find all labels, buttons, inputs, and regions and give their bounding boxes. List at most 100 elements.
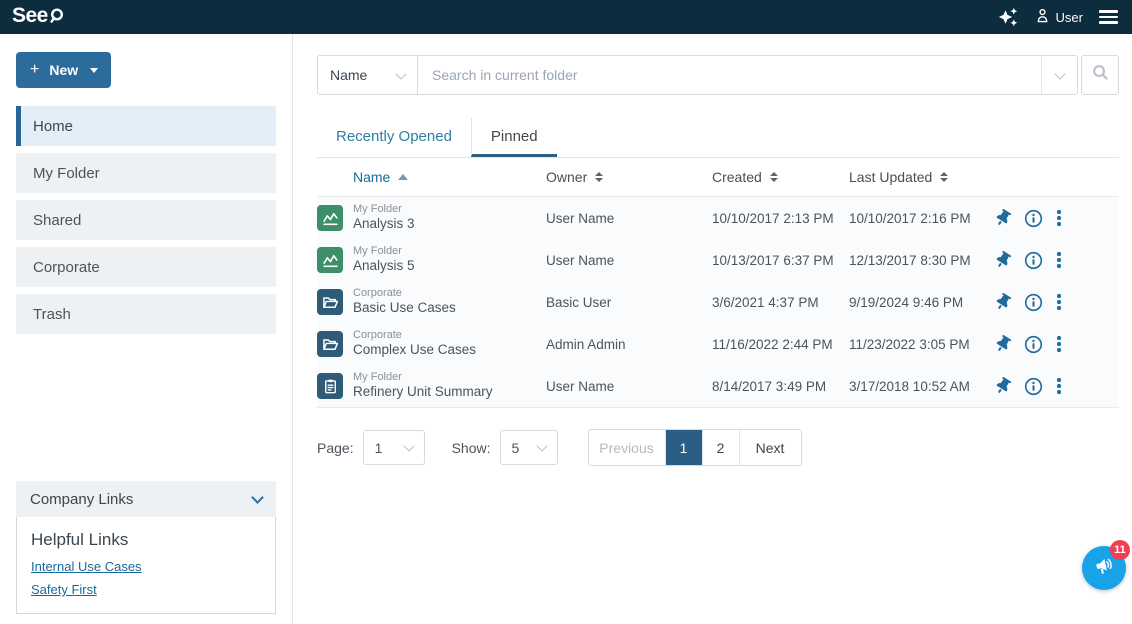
search-icon <box>1092 64 1109 86</box>
column-label: Created <box>712 169 762 185</box>
previous-label: Previous <box>599 440 653 456</box>
show-select[interactable]: 5 <box>500 430 558 465</box>
megaphone-icon <box>1093 555 1115 582</box>
more-options-icon[interactable] <box>1057 336 1061 352</box>
item-name[interactable]: Complex Use Cases <box>353 342 546 359</box>
pin-icon[interactable] <box>996 210 1010 226</box>
next-label: Next <box>756 440 785 456</box>
pin-icon[interactable] <box>996 378 1010 394</box>
item-owner: Basic User <box>546 295 712 310</box>
search-input[interactable] <box>418 56 1041 94</box>
chevron-down-icon <box>403 440 414 451</box>
company-links-content: Helpful Links Internal Use Cases Safety … <box>16 517 276 614</box>
sidebar-item-label: Shared <box>33 212 81 229</box>
sort-icon <box>940 172 948 182</box>
sidebar-item-label: Trash <box>33 306 71 323</box>
item-name[interactable]: Basic Use Cases <box>353 300 546 317</box>
item-updated: 12/13/2017 8:30 PM <box>849 253 986 268</box>
column-header-last-updated[interactable]: Last Updated <box>849 169 986 185</box>
item-name[interactable]: Refinery Unit Summary <box>353 384 546 401</box>
item-folder-path: Corporate <box>353 287 546 301</box>
tab-recently-opened[interactable]: Recently Opened <box>317 118 471 157</box>
more-options-icon[interactable] <box>1057 210 1061 226</box>
item-updated: 10/10/2017 2:16 PM <box>849 211 986 226</box>
link-internal-use-cases[interactable]: Internal Use Cases <box>31 559 261 574</box>
next-page-button[interactable]: Next <box>740 430 801 465</box>
item-type-icon <box>317 205 343 231</box>
link-safety-first[interactable]: Safety First <box>31 582 261 597</box>
tab-label: Recently Opened <box>336 128 452 145</box>
sidebar-item-home[interactable]: Home <box>16 106 276 146</box>
search-field-dropdown[interactable]: Name <box>318 56 418 94</box>
more-options-icon[interactable] <box>1057 294 1061 310</box>
item-type-icon <box>317 247 343 273</box>
table-row[interactable]: Corporate Complex Use Cases Admin Admin … <box>317 323 1119 365</box>
item-name[interactable]: Analysis 3 <box>353 216 546 233</box>
page-1-button[interactable]: 1 <box>666 430 703 465</box>
notifications-button[interactable]: 11 <box>1082 546 1126 590</box>
item-type-icon <box>317 289 343 315</box>
sidebar-item-shared[interactable]: Shared <box>16 200 276 240</box>
page-2-button[interactable]: 2 <box>703 430 740 465</box>
sidebar-nav: Home My Folder Shared Corporate Trash <box>16 106 276 334</box>
sidebar-item-label: Corporate <box>33 259 100 276</box>
search-options-dropdown-button[interactable] <box>1041 56 1077 94</box>
pin-icon[interactable] <box>996 294 1010 310</box>
item-updated: 9/19/2024 9:46 PM <box>849 295 986 310</box>
tab-pinned[interactable]: Pinned <box>471 118 557 157</box>
search-field-value: Name <box>330 67 367 83</box>
item-owner: User Name <box>546 211 712 226</box>
chevron-down-icon <box>536 440 547 451</box>
item-folder-path: Corporate <box>353 329 546 343</box>
company-links-header[interactable]: Company Links <box>16 481 276 517</box>
column-label: Name <box>353 169 390 185</box>
chevron-down-icon <box>395 68 406 79</box>
top-navbar: See User <box>0 0 1132 34</box>
company-links-panel: Company Links Helpful Links Internal Use… <box>16 481 276 614</box>
info-icon[interactable] <box>1024 335 1043 354</box>
info-icon[interactable] <box>1024 251 1043 270</box>
pagination: Page: 1 Show: 5 Previous 1 2 Next <box>317 429 1119 466</box>
column-header-created[interactable]: Created <box>712 169 849 185</box>
page-select[interactable]: 1 <box>363 430 425 465</box>
info-icon[interactable] <box>1024 293 1043 312</box>
item-updated: 11/23/2022 3:05 PM <box>849 337 986 352</box>
page-label: Page: <box>317 440 354 456</box>
sidebar-item-my-folder[interactable]: My Folder <box>16 153 276 193</box>
ai-sparkles-icon[interactable] <box>998 7 1018 27</box>
info-icon[interactable] <box>1024 209 1043 228</box>
hamburger-menu-icon[interactable] <box>1099 10 1118 24</box>
item-type-icon <box>317 331 343 357</box>
sidebar-item-corporate[interactable]: Corporate <box>16 247 276 287</box>
pin-icon[interactable] <box>996 252 1010 268</box>
table-row[interactable]: My Folder Analysis 5 User Name 10/13/201… <box>317 239 1119 281</box>
table-row[interactable]: Corporate Basic Use Cases Basic User 3/6… <box>317 281 1119 323</box>
sidebar-item-trash[interactable]: Trash <box>16 294 276 334</box>
seeq-logo[interactable]: See <box>12 5 64 29</box>
info-icon[interactable] <box>1024 377 1043 396</box>
new-button[interactable]: + New <box>16 52 111 88</box>
item-folder-path: My Folder <box>353 371 546 385</box>
more-options-icon[interactable] <box>1057 378 1061 394</box>
tab-label: Pinned <box>491 128 538 145</box>
main-content: Name Recently Opened Pinned Name <box>293 34 1132 624</box>
previous-page-button[interactable]: Previous <box>589 430 666 465</box>
item-owner: User Name <box>546 253 712 268</box>
item-name[interactable]: Analysis 5 <box>353 258 546 275</box>
more-options-icon[interactable] <box>1057 252 1061 268</box>
column-header-name[interactable]: Name <box>353 169 546 185</box>
table-row[interactable]: My Folder Refinery Unit Summary User Nam… <box>317 365 1119 407</box>
notification-count-badge: 11 <box>1110 540 1130 560</box>
column-label: Owner <box>546 169 587 185</box>
page-select-value: 1 <box>375 440 383 456</box>
column-header-owner[interactable]: Owner <box>546 169 712 185</box>
item-owner: User Name <box>546 379 712 394</box>
pin-icon[interactable] <box>996 336 1010 352</box>
chevron-down-icon <box>251 491 264 504</box>
user-icon <box>1034 7 1051 27</box>
table-row[interactable]: My Folder Analysis 3 User Name 10/10/201… <box>317 197 1119 239</box>
user-menu[interactable]: User <box>1034 7 1083 27</box>
item-created: 8/14/2017 3:49 PM <box>712 379 849 394</box>
sidebar: + New Home My Folder Shared Corporate Tr… <box>0 34 293 624</box>
search-button[interactable] <box>1081 55 1119 95</box>
